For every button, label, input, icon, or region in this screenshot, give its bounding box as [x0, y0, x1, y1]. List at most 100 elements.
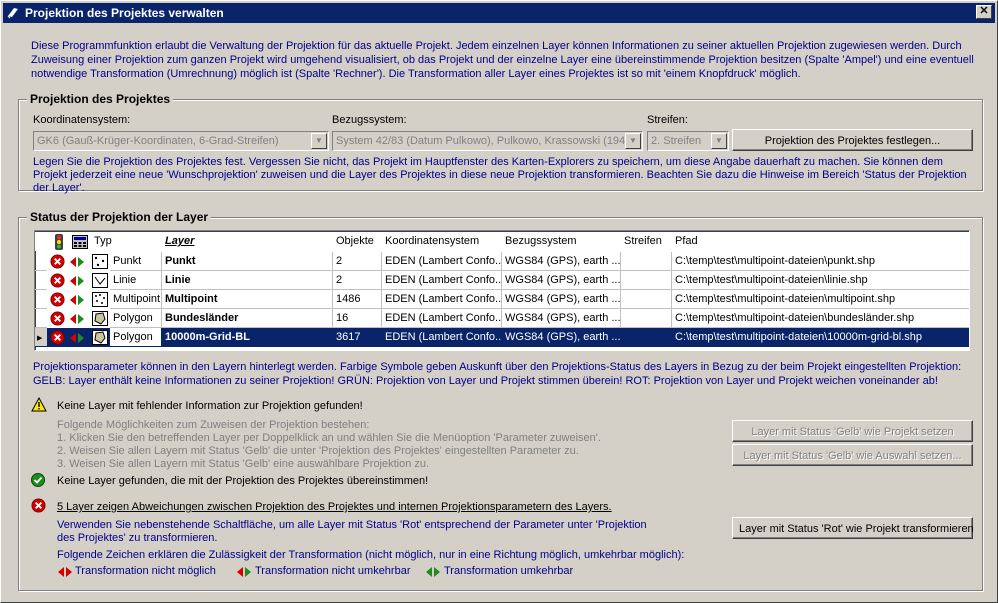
reference-system-label: Bezugssystem: — [332, 114, 407, 126]
coord-system-label: Koordinatensystem: — [33, 114, 131, 126]
transform-reversible-icon — [425, 566, 441, 578]
close-button[interactable]: ✕ — [976, 5, 992, 19]
window-title: Projektion des Projektes verwalten — [25, 6, 224, 20]
column-header-koordinatensystem[interactable]: Koordinatensystem — [382, 232, 502, 251]
polygon-type-icon — [92, 330, 108, 345]
transform-not-reversible-icon — [236, 566, 252, 578]
cell-pfad: C:\temp\test\multipoint-dateien\10000m-g… — [672, 328, 969, 347]
yellow-status-message: Keine Layer mit fehlender Information zu… — [57, 400, 363, 412]
cell-pfad: C:\temp\test\multipoint-dateien\punkt.sh… — [672, 252, 969, 271]
sign-not-reversible-label: Transformation nicht umkehrbar — [255, 565, 411, 577]
column-header-pfad[interactable]: Pfad — [672, 232, 962, 251]
cell-bezugssystem: WGS84 (GPS), earth ... — [502, 271, 621, 290]
cell-pfad: C:\temp\test\multipoint-dateien\multipoi… — [672, 290, 969, 309]
cell-layer: Multipoint — [162, 290, 333, 309]
app-icon — [7, 8, 18, 19]
cell-streifen — [621, 271, 672, 290]
strip-value: 2. Streifen — [651, 135, 702, 147]
table-row-selected[interactable]: ▶ Polygon 10000m-Grid-BL 3617 EDEN (Lamb… — [35, 328, 969, 347]
transform-not-reversible-icon — [69, 313, 85, 325]
layer-group-title: Status der Projektion der Layer — [27, 210, 212, 224]
reference-system-select[interactable]: System 42/83 (Datum Pulkowo), Pulkowo, K… — [332, 131, 643, 151]
table-header: Typ Layer Objekte Koordinatensystem Bezu… — [35, 232, 969, 251]
status-red-icon — [50, 292, 65, 307]
cell-objekte: 2 — [333, 271, 382, 290]
reference-system-value: System 42/83 (Datum Pulkowo), Pulkowo, K… — [336, 135, 635, 147]
set-project-projection-button[interactable]: Projektion des Projektes festlegen... — [732, 129, 973, 151]
yellow-help-line-2: 1. Klicken Sie den betreffenden Layer pe… — [57, 432, 601, 444]
table-row[interactable]: Multipoint Multipoint 1486 EDEN (Lambert… — [35, 290, 969, 309]
status-red-icon — [50, 311, 65, 326]
cell-bezugssystem: WGS84 (GPS), earth ... — [502, 328, 621, 347]
coord-system-select[interactable]: GK6 (Gauß-Krüger-Koordinaten, 6-Grad-Str… — [33, 131, 329, 151]
cell-bezugssystem: WGS84 (GPS), earth ... — [502, 309, 621, 328]
sign-not-possible-label: Transformation nicht möglich — [75, 565, 216, 577]
column-header-typ[interactable]: Typ — [91, 232, 161, 251]
transform-not-reversible-icon — [69, 275, 85, 287]
yellow-help-line-3: 2. Weisen Sie allen Layern mit Status 'G… — [57, 445, 579, 457]
table-row[interactable]: Polygon Bundesländer 16 EDEN (Lambert Co… — [35, 309, 969, 328]
chevron-down-icon[interactable]: ▼ — [625, 133, 641, 149]
row-indicator — [35, 252, 47, 271]
table-row[interactable]: Punkt Punkt 2 EDEN (Lambert Confo... WGS… — [35, 252, 969, 271]
coord-system-value: GK6 (Gauß-Krüger-Koordinaten, 6-Grad-Str… — [37, 135, 279, 147]
red-help-text: Verwenden Sie nebenstehende Schaltfläche… — [57, 519, 647, 544]
legend-colors-text: GELB: Layer enthält keine Informationen … — [33, 375, 938, 387]
project-hint: Legen Sie die Projektion des Projektes f… — [33, 156, 967, 194]
status-red-icon — [50, 330, 65, 345]
cell-koordinatensystem: EDEN (Lambert Confo... — [382, 252, 502, 271]
cell-layer: 10000m-Grid-BL — [162, 328, 333, 347]
chevron-down-icon[interactable]: ▼ — [311, 133, 327, 149]
cell-layer: Punkt — [162, 252, 333, 271]
red-status-message: 5 Layer zeigen Abweichungen zwischen Pro… — [57, 501, 612, 513]
row-pointer-icon: ▶ — [37, 335, 43, 342]
cell-pfad: C:\temp\test\multipoint-dateien\linie.sh… — [672, 271, 969, 290]
status-red-icon — [50, 273, 65, 288]
strip-select[interactable]: 2. Streifen ▼ — [647, 131, 729, 151]
line-type-icon — [92, 273, 108, 288]
legend-text: Projektionsparameter können in den Layer… — [33, 361, 962, 373]
sign-reversible-label: Transformation umkehrbar — [444, 565, 574, 577]
point-type-icon — [92, 254, 108, 269]
table-row[interactable]: Linie Linie 2 EDEN (Lambert Confo... WGS… — [35, 271, 969, 290]
dialog-window: Projektion des Projektes verwalten ✕ Die… — [0, 0, 998, 603]
chevron-down-icon[interactable]: ▼ — [711, 133, 727, 149]
transform-not-reversible-icon — [69, 256, 85, 268]
column-header-streifen[interactable]: Streifen — [621, 232, 671, 251]
cell-bezugssystem: WGS84 (GPS), earth ... — [502, 290, 621, 309]
polygon-type-icon — [92, 311, 108, 326]
layer-table[interactable]: Typ Layer Objekte Koordinatensystem Bezu… — [34, 230, 970, 351]
cell-objekte: 16 — [333, 309, 382, 328]
title-bar[interactable]: Projektion des Projektes verwalten ✕ — [3, 3, 995, 23]
green-status-message: Keine Layer gefunden, die mit der Projek… — [57, 475, 429, 487]
cell-streifen — [621, 328, 672, 347]
warning-icon — [31, 397, 47, 412]
cell-typ: Multipoint — [110, 290, 162, 309]
yellow-set-project-button[interactable]: Layer mit Status 'Gelb' wie Projekt setz… — [732, 420, 973, 442]
cell-koordinatensystem: EDEN (Lambert Confo... — [382, 328, 502, 347]
column-header-bezugssystem[interactable]: Bezugssystem — [502, 232, 620, 251]
row-indicator — [35, 309, 47, 328]
yellow-help-line-1: Folgende Möglichkeiten zum Zuweisen der … — [57, 419, 370, 431]
red-transform-button[interactable]: Layer mit Status 'Rot' wie Projekt trans… — [732, 517, 974, 539]
cell-koordinatensystem: EDEN (Lambert Confo... — [382, 271, 502, 290]
error-icon — [31, 498, 46, 513]
row-indicator — [35, 271, 47, 290]
cell-pfad: C:\temp\test\multipoint-dateien\bundeslä… — [672, 309, 969, 328]
intro-text: Diese Programmfunktion erlaubt die Verwa… — [31, 40, 974, 80]
column-header-objekte[interactable]: Objekte — [333, 232, 383, 251]
cell-objekte: 1486 — [333, 290, 382, 309]
column-header-layer[interactable]: Layer — [162, 232, 332, 251]
yellow-set-selection-button[interactable]: Layer mit Status 'Gelb' wie Auswahl setz… — [732, 444, 973, 466]
cell-streifen — [621, 252, 672, 271]
transform-not-possible-icon — [57, 566, 73, 578]
signs-intro-text: Folgende Zeichen erklären die Zulässigke… — [57, 549, 685, 561]
traffic-light-icon — [55, 234, 63, 250]
cell-layer: Linie — [162, 271, 333, 290]
strip-label: Streifen: — [647, 114, 688, 126]
transform-not-reversible-icon — [69, 332, 85, 344]
row-indicator: ▶ — [35, 328, 47, 347]
calculator-icon — [72, 235, 88, 249]
cell-typ: Polygon — [110, 328, 162, 347]
yellow-help-line-4: 3. Weisen Sie allen Layern mit Status 'G… — [57, 458, 430, 470]
